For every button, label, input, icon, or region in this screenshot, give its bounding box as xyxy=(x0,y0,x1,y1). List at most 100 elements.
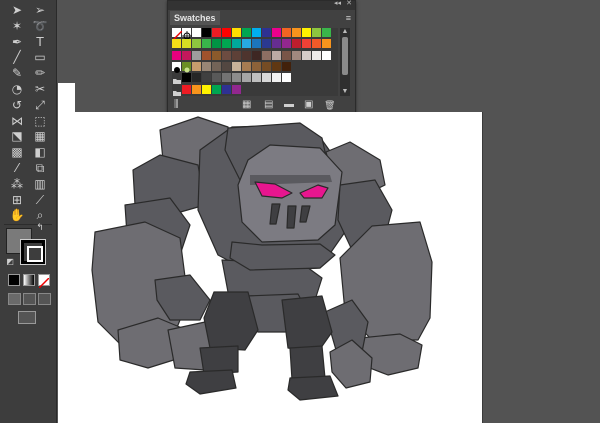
swatch-options-icon[interactable]: ▤ xyxy=(264,99,273,111)
swatch[interactable] xyxy=(222,73,232,84)
swatch[interactable] xyxy=(292,50,302,61)
swatch[interactable] xyxy=(312,50,322,61)
swatch-folder-icon[interactable] xyxy=(172,84,182,96)
swatch[interactable] xyxy=(282,73,292,84)
swatch[interactable] xyxy=(192,50,202,61)
swatch-folder-icon[interactable] xyxy=(172,73,182,85)
swatch[interactable] xyxy=(222,39,232,50)
swatch[interactable] xyxy=(212,50,222,61)
swatch[interactable] xyxy=(322,39,332,50)
gradient-mode-icon[interactable] xyxy=(23,274,35,286)
swatch[interactable] xyxy=(252,61,262,72)
library-icon[interactable]: ⫼ xyxy=(174,99,179,111)
none-mode-icon[interactable] xyxy=(38,274,50,289)
hand-tool-icon[interactable]: ✋ xyxy=(7,206,27,224)
swatch[interactable] xyxy=(282,39,292,50)
swatch[interactable] xyxy=(202,73,212,84)
swatch-registration[interactable] xyxy=(182,28,192,41)
draw-inside-icon[interactable] xyxy=(38,293,51,305)
swatch[interactable] xyxy=(272,28,282,38)
swatch[interactable] xyxy=(242,39,252,50)
scroll-down-icon[interactable]: ▼ xyxy=(340,88,350,96)
swatch[interactable] xyxy=(192,73,202,84)
swatch[interactable] xyxy=(232,39,242,50)
swatch[interactable] xyxy=(272,61,282,72)
swatch-pattern[interactable] xyxy=(172,61,182,73)
tab-swatches[interactable]: Swatches xyxy=(170,11,220,25)
swatch-none[interactable] xyxy=(171,28,183,42)
swatch[interactable] xyxy=(252,73,262,84)
swatch[interactable] xyxy=(222,84,232,95)
swatch[interactable] xyxy=(232,50,242,61)
swatch[interactable] xyxy=(172,39,182,50)
swatch[interactable] xyxy=(242,61,252,72)
swatch-pattern[interactable] xyxy=(182,61,192,73)
close-icon[interactable]: ✕ xyxy=(346,0,352,7)
swatch[interactable] xyxy=(282,50,292,61)
panel-menu-icon[interactable]: ≡ xyxy=(346,11,351,25)
swatch[interactable] xyxy=(232,28,242,38)
swatch[interactable] xyxy=(242,73,252,84)
swatch[interactable] xyxy=(212,73,222,84)
swatch[interactable] xyxy=(262,73,272,84)
swatch[interactable] xyxy=(172,50,182,61)
scroll-thumb[interactable] xyxy=(342,37,348,75)
swatch[interactable] xyxy=(262,39,272,50)
swatch[interactable] xyxy=(212,28,222,38)
swatch[interactable] xyxy=(252,28,262,38)
swatch[interactable] xyxy=(182,50,192,61)
swatch[interactable] xyxy=(262,61,272,72)
panel-title-bar[interactable]: ◂◂ ✕ xyxy=(168,0,355,10)
swatch[interactable] xyxy=(202,84,212,95)
draw-behind-icon[interactable] xyxy=(23,293,36,305)
swatch[interactable] xyxy=(232,84,242,95)
swatch[interactable] xyxy=(192,61,202,72)
swatch[interactable] xyxy=(192,39,202,50)
swatch[interactable] xyxy=(272,73,282,84)
swap-fill-stroke-icon[interactable]: ↰ xyxy=(34,222,46,234)
swatch[interactable] xyxy=(222,61,232,72)
stroke-swatch[interactable] xyxy=(20,239,46,265)
draw-normal-icon[interactable] xyxy=(8,293,21,305)
swatch[interactable] xyxy=(292,28,302,38)
swatch[interactable] xyxy=(322,50,332,61)
delete-swatch-icon[interactable]: 🗑 xyxy=(324,99,335,111)
color-mode-icon[interactable] xyxy=(8,274,20,286)
swatch[interactable] xyxy=(222,28,232,38)
swatch[interactable] xyxy=(272,50,282,61)
swatch[interactable] xyxy=(222,50,232,61)
scroll-up-icon[interactable]: ▲ xyxy=(340,28,350,36)
swatch[interactable] xyxy=(202,28,212,38)
swatch[interactable] xyxy=(262,50,272,61)
swatch[interactable] xyxy=(182,84,192,95)
swatch[interactable] xyxy=(232,61,242,72)
swatch[interactable] xyxy=(312,28,322,38)
swatch[interactable] xyxy=(252,39,262,50)
swatch[interactable] xyxy=(212,61,222,72)
swatch[interactable] xyxy=(182,39,192,50)
new-swatch-icon[interactable]: ▣ xyxy=(304,99,313,111)
swatch[interactable] xyxy=(202,39,212,50)
swatch[interactable] xyxy=(182,73,192,84)
swatch[interactable] xyxy=(252,50,262,61)
swatch[interactable] xyxy=(282,28,292,38)
swatch[interactable] xyxy=(202,61,212,72)
swatch[interactable] xyxy=(242,28,252,38)
swatch[interactable] xyxy=(302,50,312,61)
swatch[interactable] xyxy=(322,28,332,38)
swatch[interactable] xyxy=(232,73,242,84)
swatch[interactable] xyxy=(192,28,202,38)
artboard[interactable] xyxy=(58,112,482,423)
swatch[interactable] xyxy=(272,39,282,50)
swatch-kinds-icon[interactable]: ▦ xyxy=(242,99,251,111)
swatch[interactable] xyxy=(242,50,252,61)
swatch[interactable] xyxy=(262,28,272,38)
swatch[interactable] xyxy=(292,39,302,50)
swatch[interactable] xyxy=(212,84,222,95)
swatch[interactable] xyxy=(212,39,222,50)
new-group-icon[interactable]: ▬ xyxy=(284,99,294,111)
swatch[interactable] xyxy=(302,28,312,38)
swatch[interactable] xyxy=(192,84,202,95)
swatches-scrollbar[interactable]: ▲ ▼ xyxy=(340,28,350,96)
swatch[interactable] xyxy=(312,39,322,50)
